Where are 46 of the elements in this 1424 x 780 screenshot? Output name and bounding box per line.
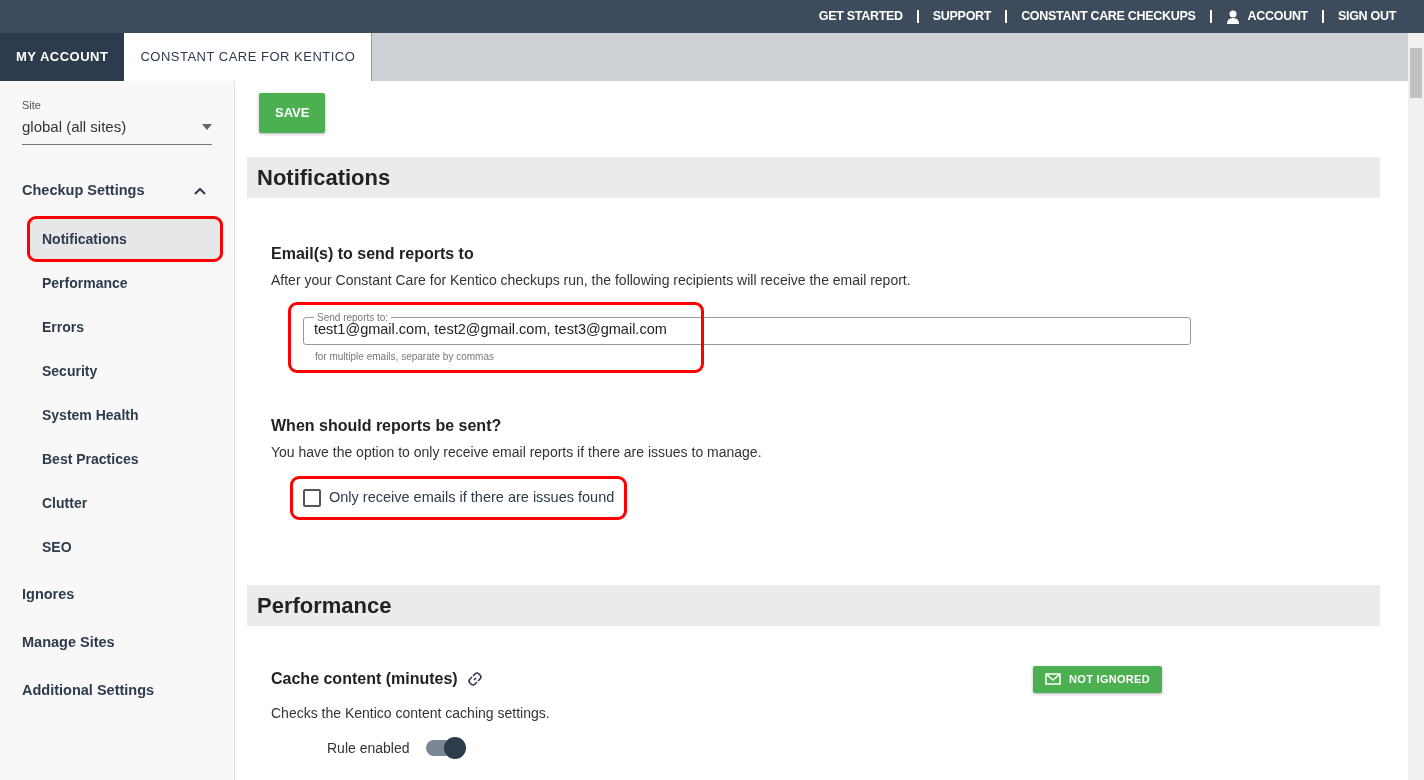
separator-bar	[916, 10, 919, 23]
separator-bar	[1321, 10, 1324, 23]
toggle-switch[interactable]	[425, 740, 464, 756]
field-hint: for multiple emails, separate by commas	[314, 350, 495, 365]
chevron-icon[interactable]	[194, 187, 206, 195]
nav-subitem[interactable]: SEO	[30, 527, 220, 567]
nav-link[interactable]: SUPPORT	[932, 7, 992, 26]
nav-subitem[interactable]: Notifications	[30, 219, 220, 259]
email-field[interactable]: Send reports to: test1@gmail.com, test2@gmail.com, test3@gmail.com	[303, 312, 1191, 346]
nav-link[interactable]: SIGN OUT	[1337, 7, 1396, 26]
nav-subitem[interactable]: Performance	[30, 263, 220, 303]
checkbox[interactable]	[303, 489, 321, 508]
mail-icon	[1045, 673, 1062, 686]
setting-heading: Email(s) to send reports to	[271, 243, 475, 264]
field-label: Send reports to:	[316, 312, 390, 323]
nav-link[interactable]: CONSTANT CARE CHECKUPS	[1021, 7, 1196, 26]
user-icon	[1225, 9, 1240, 24]
toggle-label: Rule enabled	[327, 738, 410, 758]
tab[interactable]: CONSTANT CARE FOR KENTICO	[124, 33, 373, 81]
setting-description: Checks the Kentico content caching settings.	[271, 703, 551, 723]
nav-subitem[interactable]: Clutter	[30, 483, 220, 523]
nav-subitem[interactable]: Security	[30, 351, 220, 391]
nav-subitem[interactable]: System Health	[30, 395, 220, 435]
nav-subitem[interactable]: Best Practices	[30, 439, 220, 479]
setting-description: After your Constant Care for Kentico checkups run, the following recipients will receive the email report.	[271, 270, 912, 290]
separator-bar	[1005, 10, 1008, 23]
section-heading: Notifications	[247, 156, 1380, 198]
section-heading: Performance	[247, 585, 1380, 626]
checkbox-option[interactable]: Only receive emails if there are issues found	[293, 479, 625, 517]
tab[interactable]: MY ACCOUNT	[0, 33, 125, 81]
separator-bar	[1209, 10, 1212, 23]
nav-item[interactable]: Checkup Settings	[22, 180, 145, 202]
setting-heading: When should reports be sent?	[271, 416, 503, 437]
account-link[interactable]: ACCOUNT	[1225, 7, 1308, 26]
site-dropdown[interactable]: global (all sites)	[22, 113, 212, 145]
nav-item[interactable]: Additional Settings	[22, 667, 212, 715]
nav-link[interactable]: GET STARTED	[818, 7, 903, 26]
link-icon[interactable]	[465, 670, 484, 689]
nav-item[interactable]: Ignores	[22, 571, 212, 619]
nav-item[interactable]: Manage Sites	[22, 619, 212, 667]
field-label: Site	[22, 98, 42, 113]
setting-heading: Cache content (minutes)	[271, 669, 458, 690]
caret-icon	[202, 123, 212, 130]
setting-description: You have the option to only receive email reports if there are issues to manage.	[271, 443, 763, 463]
nav-subitem[interactable]: Errors	[30, 307, 220, 347]
scrollbar[interactable]	[1408, 33, 1424, 780]
